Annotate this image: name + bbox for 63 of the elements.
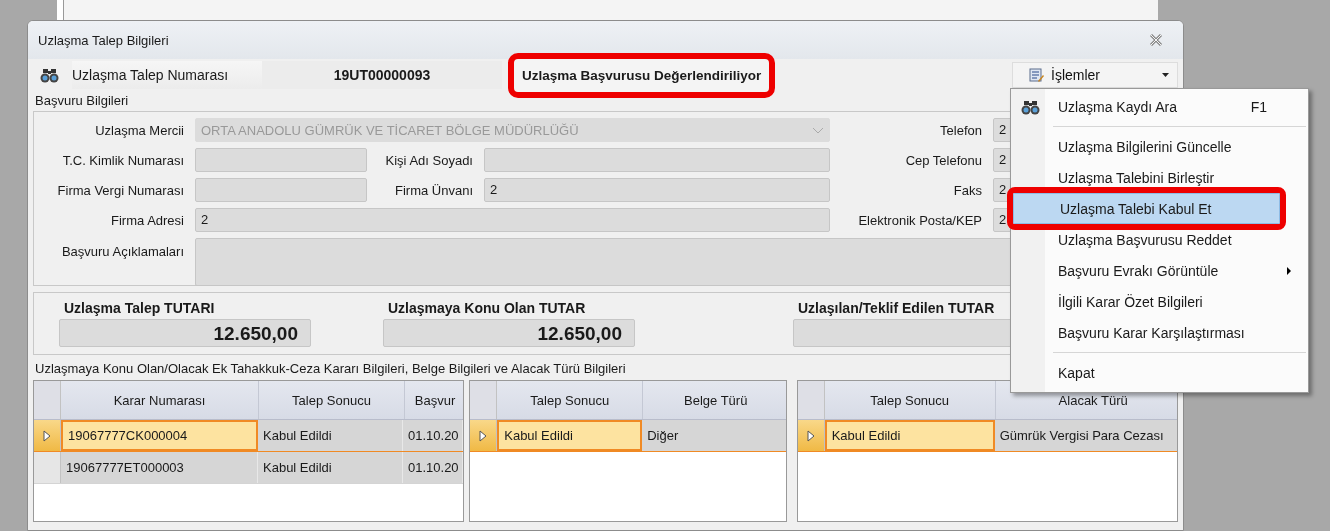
section-title: Uzlaşmaya Konu Olan/Olacak Ek Tahakkuk-Ceza Kararı Bilgileri, Belge Bilgileri ve Alacak Türü Bilgileri [34,360,626,378]
table-cell: Kabul Edildi [497,420,643,451]
submenu-arrow-icon [1287,266,1291,275]
actions-dropdown[interactable]: İşlemler [1012,62,1178,88]
field-label: Telefon [939,122,982,138]
field-label: Elektronik Posta/KEP [857,212,982,228]
amount-label: Uzlaşma Talep TUTARI [63,300,216,316]
table-cell: Kabul Edildi [258,420,403,451]
column-header[interactable]: Talep Sonucu [497,381,644,419]
row-indicator[interactable] [34,420,61,451]
row-indicator[interactable] [470,420,498,451]
list-icon [1029,67,1045,83]
row-indicator[interactable] [34,452,61,483]
column-header[interactable]: Belge Türü [643,381,786,419]
field-label: Uzlaşma Mercii [94,122,184,138]
table-cell: 19067777ET000003 [61,452,258,483]
field-label: Faks [952,182,982,198]
table-cell: 01.10.20 [403,452,463,483]
table-cell: 19067777CK000004 [61,420,258,451]
table-cell: Kabul Edildi [824,420,995,451]
menu-item[interactable]: Uzlaşma Talebi Kabul Et [1013,193,1280,224]
field-label: Firma Vergi Numarası [56,182,184,198]
field-label: Firma Adresi [110,212,184,228]
table-cell: 01.10.20 [403,420,463,451]
status-text: Uzlaşma Başvurusu Değerlendiriliyor [522,67,762,83]
menu-item[interactable]: Kapat [1011,357,1306,388]
field-label: Başvuru Açıklamaları [60,243,184,259]
input-field[interactable]: 2 [484,178,830,202]
caret-icon [1162,73,1169,77]
field-label: Uzlaşma Talep Numarası [72,61,262,89]
close-icon[interactable] [1149,34,1163,46]
input-field[interactable] [195,148,367,172]
input-field[interactable] [484,148,830,172]
field-label: Cep Telefonu [904,152,982,168]
input-field[interactable] [195,178,367,202]
table-cell: Kabul Edildi [258,452,403,483]
column-header[interactable]: Başvur [405,381,464,419]
amount-label: Uzlaşılan/Teklif Edilen TUTAR [797,300,996,316]
amount-label: Uzlaşmaya Konu Olan TUTAR [387,300,587,316]
column-header[interactable]: Talep Sonucu [259,381,405,419]
column-header[interactable]: Talep Sonucu [824,381,996,419]
binoculars-icon[interactable] [40,66,60,84]
request-number: 19UT00000093 [262,61,502,89]
chevron-icon [812,126,824,134]
menu-item[interactable]: Uzlaşma Kaydı Ara F1 [1011,91,1306,122]
table-cell: Diğer [642,420,786,451]
input-field[interactable]: 2 [195,208,830,232]
field-label: T.C. Kimlik Numarası [61,152,184,168]
menu-item[interactable]: Başvuru Karar Karşılaştırması [1011,317,1306,348]
field-label: Firma Ünvanı [393,182,473,198]
row-indicator[interactable] [797,420,825,451]
menu-item[interactable]: İlgili Karar Özet Bilgileri [1011,286,1306,317]
section-title: Başvuru Bilgileri [34,92,129,110]
menu-item[interactable]: Başvuru Evrakı Görüntüle [1011,255,1306,286]
field-label: Kişi Adı Soyadı [384,152,473,168]
amount-field[interactable] [793,319,1013,347]
table-cell: Gümrük Vergisi Para Cezası [994,420,1177,451]
amount-field[interactable]: 12.650,00 [383,319,635,347]
shortcut-text: F1 [1250,98,1267,115]
column-header[interactable]: Karar Numarası [61,381,259,419]
window-title: Uzlaşma Talep Bilgileri [38,32,169,48]
menu-item[interactable]: Uzlaşma Bilgilerini Güncelle [1011,131,1306,162]
amount-field[interactable]: 12.650,00 [59,319,311,347]
